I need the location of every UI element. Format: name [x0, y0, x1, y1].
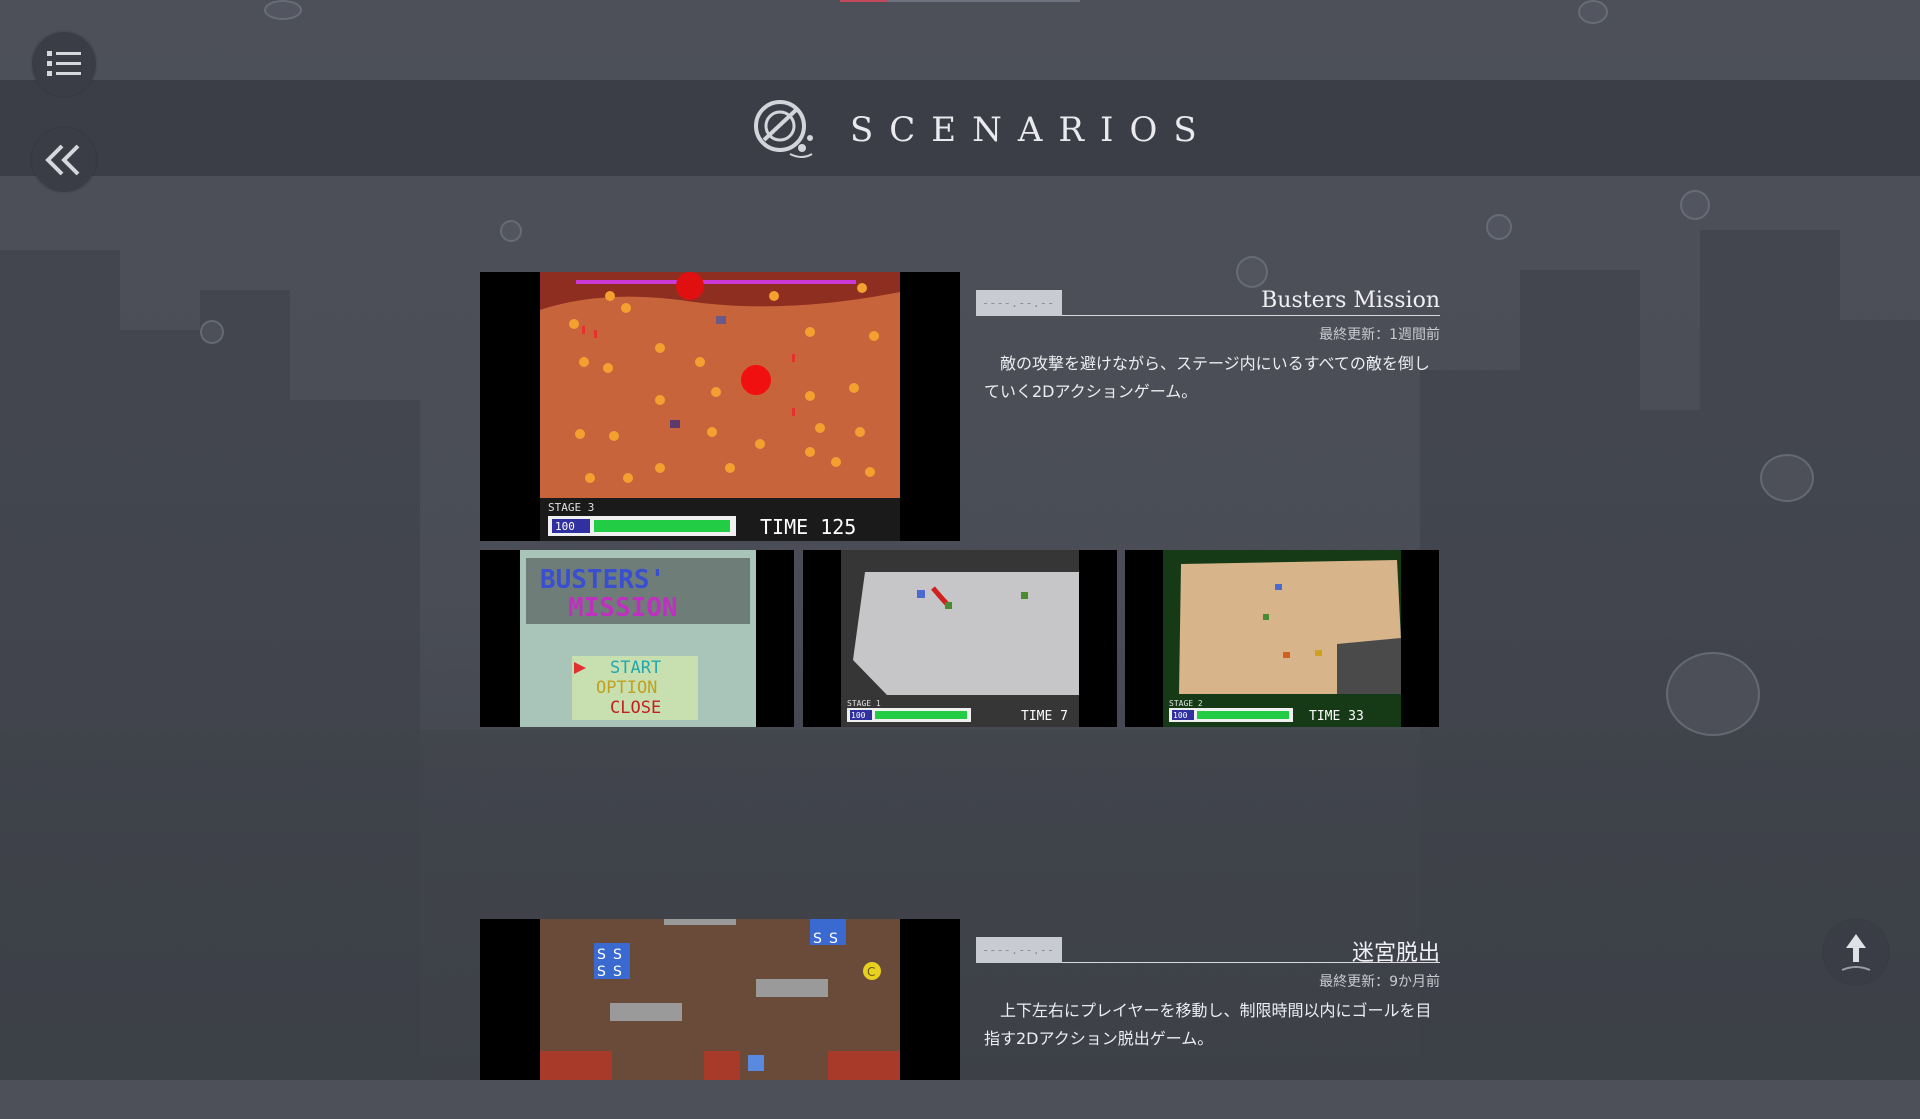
scenario-thumbnail[interactable]: STAGE 1 100 TIME 7	[803, 550, 1117, 727]
background-bubble	[1666, 652, 1760, 736]
background-bubble	[500, 220, 522, 242]
background-bubble	[1760, 454, 1814, 502]
arrow-up-icon	[1841, 934, 1871, 971]
scenario-title-link[interactable]: Busters Mission	[1261, 288, 1440, 313]
background-bubble	[200, 320, 224, 344]
scenario-card-busters-mission: STAGE 3 100 TIME 125 BUSTERS' MISSION ST…	[480, 272, 1440, 727]
hp-value: 100	[1173, 711, 1188, 720]
scroll-to-top-button[interactable]	[1824, 920, 1888, 984]
background-bubble	[1486, 214, 1512, 240]
hp-value: 100	[555, 520, 575, 533]
svg-text:S: S	[613, 964, 622, 980]
menu-close: CLOSE	[610, 698, 661, 718]
scenario-description: 敵の攻撃を避けながら、ステージ内にいるすべての敵を倒していく2Dアクションゲーム…	[984, 354, 1430, 401]
last-updated: 最終更新：1週間前	[1319, 327, 1440, 343]
title-logo-line1: BUSTERS'	[540, 565, 665, 595]
svg-text:C: C	[867, 965, 875, 979]
svg-text:S: S	[829, 931, 838, 947]
double-chevron-left-icon	[45, 144, 80, 176]
stage-label: STAGE 3	[548, 501, 594, 514]
list-icon	[47, 51, 81, 76]
stage-label: STAGE 2	[1169, 699, 1203, 708]
svg-text:S: S	[597, 964, 606, 980]
svg-text:S: S	[613, 947, 622, 963]
scenario-main-screenshot[interactable]: S S S S S S C	[480, 919, 960, 1080]
top-progress-bar	[840, 0, 1080, 2]
scenario-card-maze-escape: S S S S S S C ----.--.-- 迷宮脱出 最終更新：9か月前 …	[480, 919, 1440, 1119]
background-bubble	[1680, 190, 1710, 220]
stage-label: STAGE 1	[847, 699, 881, 708]
scenario-main-screenshot[interactable]: STAGE 3 100 TIME 125	[480, 272, 960, 541]
menu-start: START	[610, 658, 661, 678]
scenario-thumbnail[interactable]: STAGE 2 100 TIME 33	[1125, 550, 1439, 727]
time-label: TIME 125	[760, 515, 856, 539]
time-label: TIME 33	[1309, 709, 1364, 724]
s-tile-block: S S	[810, 919, 846, 947]
svg-text:S: S	[597, 947, 606, 963]
scenario-title-link[interactable]: 迷宮脱出	[1352, 935, 1440, 967]
svg-text:S: S	[813, 931, 822, 947]
menu-option: OPTION	[596, 678, 657, 698]
scenario-thumbnail[interactable]: BUSTERS' MISSION START OPTION CLOSE	[480, 550, 794, 727]
menu-button[interactable]	[32, 32, 96, 96]
back-button[interactable]	[32, 128, 96, 192]
page-title: SCENARIOS	[850, 110, 1213, 150]
background-bubble	[1578, 0, 1608, 24]
scenarios-logo-icon	[754, 100, 813, 158]
s-tile-block: S S S S	[594, 943, 630, 980]
date-chip: ----.--.--	[976, 290, 1062, 316]
date-chip: ----.--.--	[976, 937, 1062, 963]
hp-value: 100	[851, 711, 866, 720]
background-bubble	[264, 0, 302, 20]
time-label: TIME 7	[1021, 709, 1068, 724]
last-updated: 最終更新：9か月前	[1319, 974, 1440, 990]
title-divider	[1062, 315, 1440, 316]
title-logo-line2: MISSION	[568, 593, 678, 623]
player-icon	[748, 1055, 764, 1071]
scenario-description: 上下左右にプレイヤーを移動し、制限時間以内にゴールを目指す2Dアクション脱出ゲー…	[984, 1001, 1432, 1048]
